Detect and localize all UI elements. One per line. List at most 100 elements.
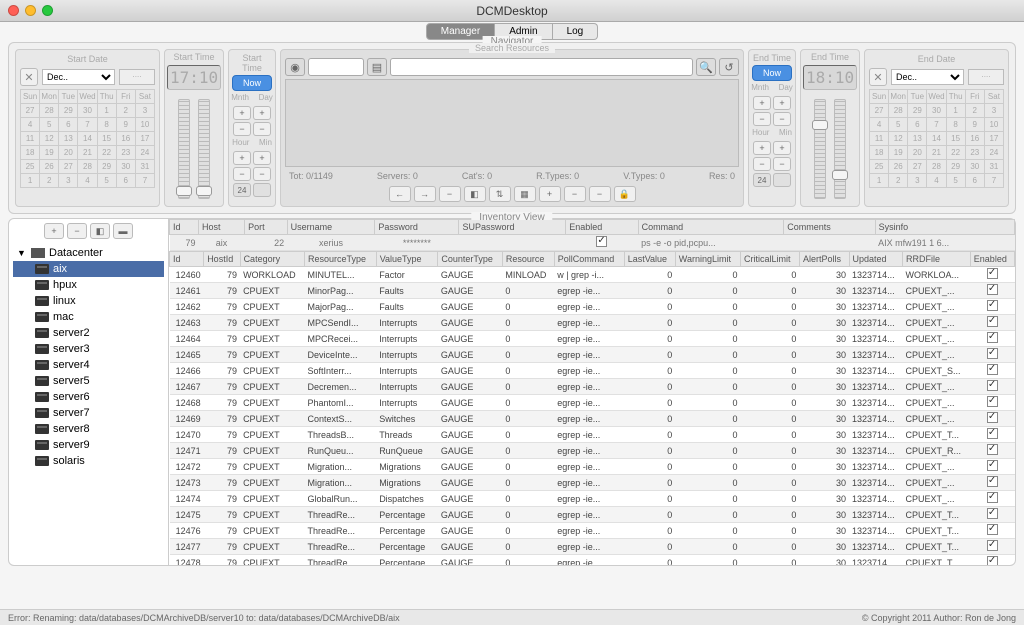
row-enabled-checkbox[interactable] — [987, 556, 998, 565]
sum-col-Id[interactable]: Id — [170, 220, 199, 235]
row-enabled-checkbox[interactable] — [987, 364, 998, 375]
tree-view2-button[interactable]: ▬ — [113, 223, 133, 239]
end-calendar[interactable]: SunMonTueWedThuFriSat2728293012345678910… — [869, 89, 1004, 188]
search-tool-9[interactable]: 🔒 — [614, 186, 636, 202]
inv-col-WarningLimit[interactable]: WarningLimit — [675, 252, 740, 267]
inv-col-CriticalLimit[interactable]: CriticalLimit — [740, 252, 799, 267]
inv-col-PollCommand[interactable]: PollCommand — [554, 252, 624, 267]
inv-col-Category[interactable]: Category — [240, 252, 304, 267]
tree-item-server7[interactable]: server7 — [13, 405, 164, 421]
tree-item-server5[interactable]: server5 — [13, 373, 164, 389]
row-enabled-checkbox[interactable] — [987, 444, 998, 455]
sum-col-Enabled[interactable]: Enabled — [566, 220, 638, 235]
tree-item-server4[interactable]: server4 — [13, 357, 164, 373]
row-enabled-checkbox[interactable] — [987, 428, 998, 439]
search-tool-8[interactable]: − — [589, 186, 611, 202]
table-row[interactable]: 1246079WORKLOADMINUTEL...FactorGAUGEMINL… — [170, 267, 1015, 283]
row-enabled-checkbox[interactable] — [987, 380, 998, 391]
search-tool-5[interactable]: ▦ — [514, 186, 536, 202]
end-min-slider[interactable] — [834, 99, 846, 199]
search-scope-select[interactable] — [308, 58, 364, 76]
start-hour-plus[interactable]: + — [233, 151, 251, 165]
tree-item-linux[interactable]: linux — [13, 293, 164, 309]
summary-enabled-checkbox[interactable] — [596, 236, 607, 247]
sum-col-Command[interactable]: Command — [638, 220, 784, 235]
tree-item-server6[interactable]: server6 — [13, 389, 164, 405]
end-day-plus[interactable]: + — [773, 96, 791, 110]
sum-col-Port[interactable]: Port — [245, 220, 288, 235]
inv-col-HostId[interactable]: HostId — [204, 252, 240, 267]
end-now-button[interactable]: Now — [752, 65, 792, 81]
table-row[interactable]: 1246279CPUEXTMajorPag...FaultsGAUGE0egre… — [170, 299, 1015, 315]
tab-log[interactable]: Log — [553, 23, 599, 40]
inv-col-RRDFile[interactable]: RRDFile — [903, 252, 971, 267]
search-tool-3[interactable]: ◧ — [464, 186, 486, 202]
end-year-field[interactable]: .... — [968, 69, 1004, 85]
start-min-slider[interactable] — [198, 99, 210, 199]
filter-icon[interactable]: ▤ — [367, 58, 387, 76]
end-mnth-minus[interactable]: − — [753, 112, 771, 126]
tree-item-server3[interactable]: server3 — [13, 341, 164, 357]
table-row[interactable]: 1246779CPUEXTDecremen...InterruptsGAUGE0… — [170, 379, 1015, 395]
globe-icon[interactable]: ◉ — [285, 58, 305, 76]
inv-col-AlertPolls[interactable]: AlertPolls — [799, 252, 849, 267]
sum-col-Username[interactable]: Username — [287, 220, 375, 235]
table-row[interactable]: 1247879CPUEXTThreadRe...PercentageGAUGE0… — [170, 555, 1015, 566]
row-enabled-checkbox[interactable] — [987, 460, 998, 471]
table-row[interactable]: 1247679CPUEXTThreadRe...PercentageGAUGE0… — [170, 523, 1015, 539]
start-hour-slider[interactable] — [178, 99, 190, 199]
search-tool-7[interactable]: − — [564, 186, 586, 202]
tree-add-button[interactable]: + — [44, 223, 64, 239]
sum-col-Comments[interactable]: Comments — [784, 220, 875, 235]
row-enabled-checkbox[interactable] — [987, 316, 998, 327]
table-row[interactable]: 1246979CPUEXTContextS...SwitchesGAUGE0eg… — [170, 411, 1015, 427]
search-input[interactable] — [390, 58, 693, 76]
start-now-button[interactable]: Now — [232, 75, 272, 91]
inv-col-Enabled[interactable]: Enabled — [970, 252, 1014, 267]
end-min-minus[interactable]: − — [773, 157, 791, 171]
row-enabled-checkbox[interactable] — [987, 492, 998, 503]
row-enabled-checkbox[interactable] — [987, 348, 998, 359]
inv-col-Id[interactable]: Id — [170, 252, 204, 267]
inv-col-LastValue[interactable]: LastValue — [624, 252, 675, 267]
table-row[interactable]: 1246879CPUEXTPhantomI...InterruptsGAUGE0… — [170, 395, 1015, 411]
row-enabled-checkbox[interactable] — [987, 396, 998, 407]
start-year-field[interactable]: .... — [119, 69, 155, 85]
end-empty-value[interactable] — [773, 173, 791, 187]
table-row[interactable]: 1247579CPUEXTThreadRe...PercentageGAUGE0… — [170, 507, 1015, 523]
table-row[interactable]: 1247479CPUEXTGlobalRun...DispatchesGAUGE… — [170, 491, 1015, 507]
start-min-plus[interactable]: + — [253, 151, 271, 165]
end-mnth-plus[interactable]: + — [753, 96, 771, 110]
start-day-plus[interactable]: + — [253, 106, 271, 120]
end-24-value[interactable]: 24 — [753, 173, 771, 187]
table-pane[interactable]: IdHostPortUsernamePasswordSUPasswordEnab… — [169, 219, 1015, 565]
end-date-clear-icon[interactable]: ✕ — [869, 68, 887, 86]
start-min-minus[interactable]: − — [253, 167, 271, 181]
search-tool-6[interactable]: + — [539, 186, 561, 202]
search-tool-0[interactable]: ← — [389, 186, 411, 202]
search-clear-icon[interactable]: ↺ — [719, 58, 739, 76]
row-enabled-checkbox[interactable] — [987, 268, 998, 279]
row-enabled-checkbox[interactable] — [987, 508, 998, 519]
table-row[interactable]: 1246479CPUEXTMPCRecei...InterruptsGAUGE0… — [170, 331, 1015, 347]
start-empty-value[interactable] — [253, 183, 271, 197]
row-enabled-checkbox[interactable] — [987, 332, 998, 343]
search-icon[interactable]: 🔍 — [696, 58, 716, 76]
row-enabled-checkbox[interactable] — [987, 476, 998, 487]
end-month-select[interactable]: Dec.. — [891, 69, 964, 85]
end-hour-slider[interactable] — [814, 99, 826, 199]
row-enabled-checkbox[interactable] — [987, 524, 998, 535]
table-row[interactable]: 1246679CPUEXTSoftInterr...InterruptsGAUG… — [170, 363, 1015, 379]
row-enabled-checkbox[interactable] — [987, 284, 998, 295]
tree-root[interactable]: ▼Datacenter — [13, 245, 164, 261]
inv-col-ResourceType[interactable]: ResourceType — [305, 252, 377, 267]
start-day-minus[interactable]: − — [253, 122, 271, 136]
row-enabled-checkbox[interactable] — [987, 540, 998, 551]
end-hour-plus[interactable]: + — [753, 141, 771, 155]
tree-item-server9[interactable]: server9 — [13, 437, 164, 453]
search-tool-1[interactable]: → — [414, 186, 436, 202]
tree-item-mac[interactable]: mac — [13, 309, 164, 325]
sum-col-Host[interactable]: Host — [198, 220, 244, 235]
start-date-clear-icon[interactable]: ✕ — [20, 68, 38, 86]
tree-view1-button[interactable]: ◧ — [90, 223, 110, 239]
